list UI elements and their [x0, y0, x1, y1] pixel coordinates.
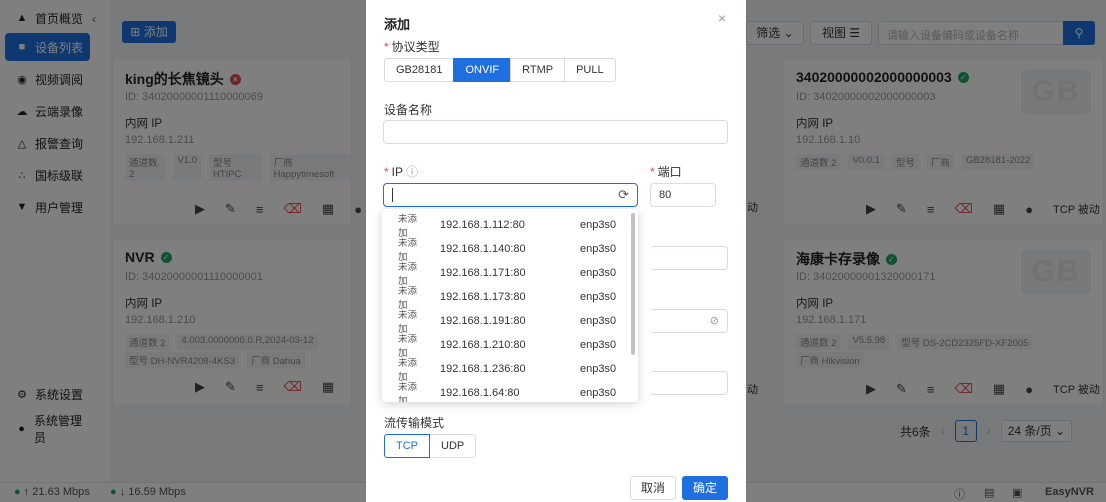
- option-interface: enp3s0: [580, 339, 617, 351]
- option-ip: 192.168.1.140:80: [440, 243, 526, 255]
- required-mark: *: [384, 40, 389, 54]
- stream-mode-tcp[interactable]: TCP: [384, 434, 430, 458]
- dropdown-option[interactable]: 未添加 192.168.1.140:80 enp3s0: [382, 237, 638, 263]
- option-interface: enp3s0: [580, 363, 617, 375]
- protocol-label-text: 协议类型: [391, 40, 440, 54]
- text-cursor: [392, 188, 393, 202]
- not-added-tag: 未添加: [398, 382, 418, 402]
- hidden-field-3[interactable]: [650, 371, 728, 395]
- refresh-icon[interactable]: ⟳: [618, 187, 629, 203]
- option-ip: 192.168.1.112:80: [440, 219, 525, 231]
- protocol-rtmp[interactable]: RTMP: [510, 58, 566, 82]
- ip-label-text: IP: [391, 165, 403, 179]
- option-interface: enp3s0: [580, 291, 617, 303]
- option-ip: 192.168.1.191:80: [440, 315, 526, 327]
- port-input[interactable]: 80: [650, 183, 716, 207]
- option-interface: enp3s0: [580, 387, 617, 399]
- device-name-label: 设备名称: [384, 103, 433, 117]
- option-ip: 192.168.1.64:80: [440, 387, 520, 399]
- required-mark: *: [650, 165, 655, 179]
- dropdown-option[interactable]: 未添加 192.168.1.191:80 enp3s0: [382, 309, 638, 335]
- port-label: * 端口: [650, 163, 682, 180]
- option-ip: 192.168.1.210:80: [440, 339, 526, 351]
- dropdown-option[interactable]: 未添加 192.168.1.64:80 enp3s0: [382, 381, 638, 402]
- option-interface: enp3s0: [580, 315, 617, 327]
- option-ip: 192.168.1.171:80: [440, 267, 526, 279]
- protocol-onvif[interactable]: ONVIF: [453, 58, 512, 82]
- dropdown-scrollbar[interactable]: [631, 213, 635, 355]
- port-value: 80: [659, 189, 672, 201]
- dialog-title: 添加: [384, 17, 411, 32]
- option-ip: 192.168.1.173:80: [440, 291, 526, 303]
- eye-off-icon[interactable]: ⊘: [710, 314, 719, 327]
- protocol-pull[interactable]: PULL: [564, 58, 616, 82]
- question-icon[interactable]: ⓘ: [406, 165, 418, 179]
- dropdown-option[interactable]: 未添加 192.168.1.171:80 enp3s0: [382, 261, 638, 287]
- confirm-button[interactable]: 确定: [682, 476, 728, 500]
- option-interface: enp3s0: [580, 243, 617, 255]
- ip-input[interactable]: ⟳: [383, 183, 638, 207]
- close-icon[interactable]: ×: [718, 10, 726, 26]
- add-device-dialog: 添加 × * 协议类型 GB28181 ONVIF RTMP PULL 设备名称 …: [366, 0, 746, 502]
- password-field[interactable]: ⊘: [650, 309, 728, 333]
- option-interface: enp3s0: [580, 219, 617, 231]
- option-ip: 192.168.1.236:80: [440, 363, 526, 375]
- dropdown-option[interactable]: 未添加 192.168.1.173:80 enp3s0: [382, 285, 638, 311]
- option-interface: enp3s0: [580, 267, 617, 279]
- cancel-button[interactable]: 取消: [630, 476, 676, 500]
- stream-mode-udp[interactable]: UDP: [429, 434, 477, 458]
- protocol-selector: GB28181 ONVIF RTMP PULL: [384, 58, 616, 82]
- device-name-input[interactable]: [383, 120, 728, 144]
- dropdown-option[interactable]: 未添加 192.168.1.236:80 enp3s0: [382, 357, 638, 383]
- hidden-field-1[interactable]: [650, 246, 728, 270]
- stream-mode-label: 流传输模式: [384, 416, 445, 430]
- ip-dropdown: 未添加 192.168.1.112:80 enp3s0 未添加 192.168.1.1…: [382, 209, 638, 402]
- dropdown-option[interactable]: 未添加 192.168.1.210:80 enp3s0: [382, 333, 638, 359]
- port-label-text: 端口: [657, 165, 682, 179]
- protocol-gb28181[interactable]: GB28181: [384, 58, 455, 82]
- stream-mode-selector: TCP UDP: [384, 434, 477, 458]
- dropdown-option[interactable]: 未添加 192.168.1.112:80 enp3s0: [382, 213, 638, 239]
- protocol-label: * 协议类型: [384, 38, 440, 55]
- ip-field-label: * IP ⓘ: [384, 163, 418, 180]
- required-mark: *: [384, 165, 389, 179]
